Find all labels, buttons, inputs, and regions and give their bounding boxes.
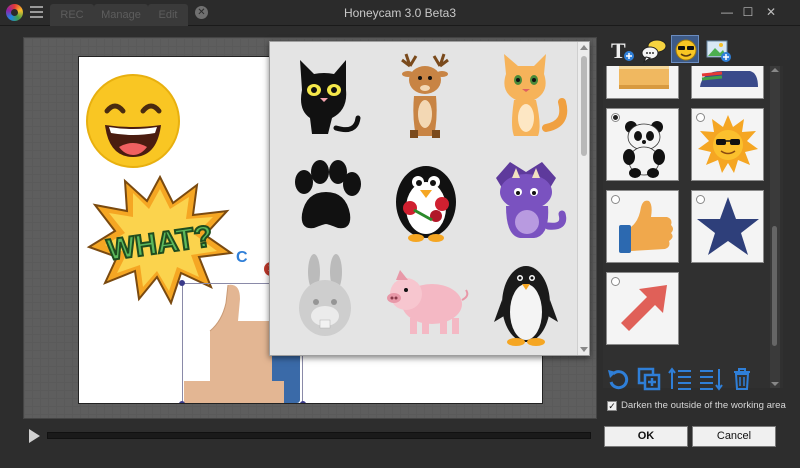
resize-handle-bottom-left[interactable] <box>179 401 185 403</box>
timeline-bar <box>23 423 597 451</box>
resize-handle-bottom-right[interactable] <box>300 401 306 403</box>
category-speech-bubble-button[interactable] <box>639 35 667 64</box>
category-sticker-button[interactable] <box>671 35 699 63</box>
close-tab-icon[interactable]: ✕ <box>195 6 208 19</box>
tab-rec[interactable]: REC <box>50 4 94 26</box>
ok-button[interactable]: OK <box>604 426 688 447</box>
sticker-black-cat[interactable] <box>276 46 376 146</box>
cake-icon <box>619 66 669 89</box>
list-item-rainbow-car[interactable] <box>691 66 764 99</box>
laughing-emoji-sticker[interactable] <box>83 71 183 171</box>
darken-outside-label: Darken the outside of the working area <box>621 400 786 411</box>
rotate-handle-icon[interactable]: C <box>236 249 248 267</box>
list-scroll-down-icon[interactable] <box>771 382 779 386</box>
sun-radio[interactable] <box>696 113 705 122</box>
list-item-star[interactable] <box>691 190 764 263</box>
list-item-arrow[interactable] <box>606 272 679 345</box>
sticker-deer[interactable] <box>376 46 476 146</box>
close-window-button[interactable]: ✕ <box>762 3 780 21</box>
darken-outside-option: ✓ Darken the outside of the working area <box>607 399 787 413</box>
bring-forward-button[interactable] <box>667 366 693 392</box>
undo-icon <box>608 370 629 390</box>
tab-manage[interactable]: Manage <box>94 4 148 26</box>
sticker-penguin-with-roses[interactable] <box>376 148 476 248</box>
sticker-list-scrollbar[interactable] <box>770 66 780 388</box>
arrow-radio[interactable] <box>611 277 620 286</box>
bring-forward-icon <box>668 367 691 390</box>
list-scroll-thumb[interactable] <box>772 226 777 346</box>
minimize-button[interactable]: — <box>718 3 736 21</box>
sticker-pig[interactable] <box>376 250 476 350</box>
honeycam-window: REC Manage Edit ✕ Honeycam 3.0 Beta3 — ☐… <box>0 0 800 468</box>
list-scroll-up-icon[interactable] <box>771 68 779 72</box>
darken-outside-checkbox[interactable]: ✓ <box>607 401 617 411</box>
sticker-paw-print[interactable] <box>276 148 376 248</box>
scroll-down-arrow-icon[interactable] <box>580 347 588 352</box>
category-image-button[interactable] <box>703 35 731 63</box>
panda-radio[interactable] <box>611 113 620 122</box>
picker-scrollbar[interactable] <box>577 42 589 355</box>
sticker-panel: T ✓ Darken the outside of the working ar… <box>603 33 786 453</box>
timeline-track[interactable] <box>47 432 591 439</box>
picker-scroll-thumb[interactable] <box>581 56 587 156</box>
duplicate-icon <box>637 367 661 391</box>
play-icon[interactable] <box>29 429 40 443</box>
list-item-cake[interactable] <box>606 66 679 99</box>
send-backward-icon <box>700 369 723 391</box>
sticker-penguin[interactable] <box>476 250 576 350</box>
sticker-purple-dinosaur[interactable] <box>476 148 576 248</box>
sticker-rabbit[interactable] <box>276 250 376 350</box>
undo-button[interactable] <box>605 366 631 392</box>
rainbow-car-icon <box>700 71 758 87</box>
honeycam-logo-icon[interactable] <box>6 4 23 21</box>
send-backward-button[interactable] <box>698 366 724 392</box>
title-bar: REC Manage Edit ✕ Honeycam 3.0 Beta3 — ☐… <box>0 0 800 26</box>
category-text-button[interactable]: T <box>607 35 635 63</box>
trash-icon <box>734 368 750 390</box>
text-icon: T <box>611 38 634 63</box>
delete-button[interactable] <box>729 366 755 392</box>
image-icon <box>706 40 731 62</box>
list-item-sun[interactable] <box>691 108 764 181</box>
cancel-button[interactable]: Cancel <box>692 426 776 447</box>
tab-edit[interactable]: Edit <box>148 4 188 26</box>
star-radio[interactable] <box>696 195 705 204</box>
sticker-picker-popup <box>269 41 590 356</box>
hamburger-menu-icon[interactable] <box>30 6 43 19</box>
duplicate-button[interactable] <box>636 366 662 392</box>
sticker-list[interactable] <box>603 66 783 388</box>
list-item-thumbs-up[interactable] <box>606 190 679 263</box>
resize-handle-top-left[interactable] <box>179 280 185 286</box>
speech-bubble-icon <box>641 39 667 64</box>
thumbs-up-radio[interactable] <box>611 195 620 204</box>
sticker-icon <box>675 39 697 61</box>
maximize-button[interactable]: ☐ <box>739 3 757 21</box>
list-item-panda[interactable] <box>606 108 679 181</box>
scroll-up-arrow-icon[interactable] <box>580 45 588 50</box>
svg-text:T: T <box>611 38 626 63</box>
sticker-orange-cat[interactable] <box>476 46 576 146</box>
